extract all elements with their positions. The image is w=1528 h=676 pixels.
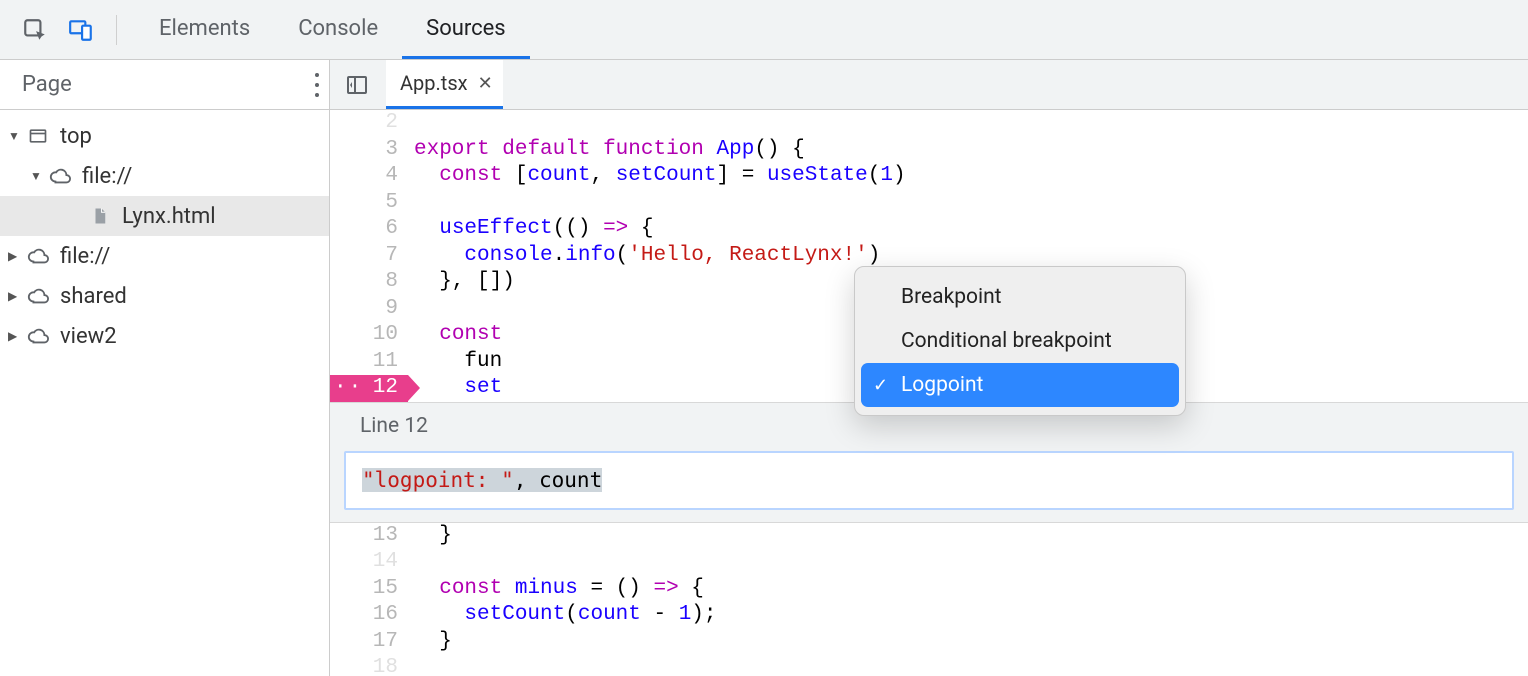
- tree-item-shared[interactable]: ▶ shared: [0, 276, 329, 316]
- logpoint-input[interactable]: "logpoint: ", count: [344, 451, 1514, 510]
- line-number[interactable]: 3: [330, 137, 408, 164]
- menu-item-label: Logpoint: [901, 373, 983, 397]
- line-content[interactable]: const minus = () => {: [408, 576, 704, 603]
- code-line[interactable]: 2: [330, 110, 1528, 137]
- cloud-icon: [48, 164, 72, 188]
- cloud-icon: [26, 284, 50, 308]
- tree-item-label: shared: [60, 284, 127, 309]
- menu-item-breakpoint[interactable]: Breakpoint: [861, 275, 1179, 319]
- line-number[interactable]: 7: [330, 243, 408, 270]
- line-number[interactable]: 9: [330, 296, 408, 323]
- window-icon: [26, 124, 50, 148]
- line-number[interactable]: 16: [330, 602, 408, 629]
- tree-item-label: Lynx.html: [122, 204, 216, 229]
- cloud-icon: [26, 244, 50, 268]
- line-number[interactable]: 8: [330, 269, 408, 296]
- line-number[interactable]: 13: [330, 523, 408, 550]
- line-content[interactable]: console.info('Hello, ReactLynx!'): [408, 243, 880, 270]
- tree-item-file[interactable]: ▼ file://: [0, 156, 329, 196]
- tab-console[interactable]: Console: [274, 0, 402, 59]
- line-content[interactable]: [408, 296, 414, 323]
- code-line[interactable]: 3export default function App() {: [330, 137, 1528, 164]
- line-number[interactable]: 5: [330, 190, 408, 217]
- editor-tab-app[interactable]: App.tsx ✕: [386, 60, 503, 109]
- sources-sidebar: Page ▼ top ▼ file:// Lynx.html ▶ file:// ▶ share…: [0, 60, 330, 676]
- tree-item-lynxhtml[interactable]: Lynx.html: [0, 196, 329, 236]
- menu-item-label: Breakpoint: [901, 285, 1002, 309]
- code-line[interactable]: 16 setCount(count - 1);: [330, 602, 1528, 629]
- inspect-element-icon[interactable]: [18, 13, 52, 47]
- device-toggle-icon[interactable]: [64, 13, 98, 47]
- main-split: Page ▼ top ▼ file:// Lynx.html ▶ file:// ▶ share…: [0, 60, 1528, 676]
- line-content[interactable]: const [count, setCount] = useState(1): [408, 163, 906, 190]
- close-tab-icon[interactable]: ✕: [478, 73, 493, 94]
- line-content[interactable]: }: [408, 523, 452, 550]
- menu-item-label: Conditional breakpoint: [901, 329, 1112, 353]
- code-line[interactable]: 4 const [count, setCount] = useState(1): [330, 163, 1528, 190]
- code-line[interactable]: 15 const minus = () => {: [330, 576, 1528, 603]
- line-content[interactable]: useEffect(() => {: [408, 216, 654, 243]
- tab-elements[interactable]: Elements: [135, 0, 274, 59]
- line-content[interactable]: export default function App() {: [408, 137, 805, 164]
- line-number[interactable]: 4: [330, 163, 408, 190]
- cloud-icon: [26, 324, 50, 348]
- line-content[interactable]: set: [408, 375, 502, 402]
- check-icon: ✓: [873, 375, 888, 396]
- tree-arrow-icon[interactable]: ▶: [8, 249, 22, 263]
- line-number[interactable]: 10: [330, 322, 408, 349]
- code-line[interactable]: 14: [330, 549, 1528, 576]
- code-line[interactable]: 17 }: [330, 629, 1528, 656]
- line-content[interactable]: [408, 110, 414, 137]
- line-content[interactable]: fun: [408, 349, 502, 376]
- line-number[interactable]: 14: [330, 549, 408, 576]
- line-number[interactable]: 6: [330, 216, 408, 243]
- tree-arrow-icon[interactable]: ▶: [8, 289, 22, 303]
- code-line[interactable]: 13 }: [330, 523, 1528, 550]
- line-number[interactable]: 15: [330, 576, 408, 603]
- file-tree: ▼ top ▼ file:// Lynx.html ▶ file:// ▶ shared ▶ vie…: [0, 110, 329, 356]
- navigator-toggle-icon[interactable]: [340, 68, 374, 102]
- line-content[interactable]: [408, 549, 414, 576]
- tree-item-label: file://: [60, 244, 110, 269]
- tree-item-label: view2: [60, 324, 117, 349]
- line-number[interactable]: 2: [330, 110, 408, 137]
- line-number[interactable]: 18: [330, 655, 408, 676]
- sidebar-header: Page: [0, 60, 329, 110]
- line-number[interactable]: 12: [330, 375, 408, 402]
- line-content[interactable]: }, []): [408, 269, 515, 296]
- tree-item-top[interactable]: ▼ top: [0, 116, 329, 156]
- code-line[interactable]: 5: [330, 190, 1528, 217]
- code-line[interactable]: 18: [330, 655, 1528, 676]
- editor-tab-label: App.tsx: [400, 71, 468, 95]
- line-content[interactable]: }: [408, 629, 452, 656]
- line-number[interactable]: 17: [330, 629, 408, 656]
- tree-item-file[interactable]: ▶ file://: [0, 236, 329, 276]
- tree-item-view2[interactable]: ▶ view2: [0, 316, 329, 356]
- code-line[interactable]: 6 useEffect(() => {: [330, 216, 1528, 243]
- line-number[interactable]: 11: [330, 349, 408, 376]
- line-content[interactable]: [408, 190, 414, 217]
- menu-item-conditional-breakpoint[interactable]: Conditional breakpoint: [861, 319, 1179, 363]
- tree-arrow-icon[interactable]: ▶: [8, 329, 22, 343]
- sidebar-title: Page: [22, 72, 72, 97]
- tree-item-label: top: [60, 124, 92, 149]
- line-content[interactable]: const: [408, 322, 502, 349]
- editor-tabstrip: App.tsx ✕: [330, 60, 1528, 110]
- logpoint-editor: Line 12"logpoint: ", count: [330, 402, 1528, 523]
- devtools-toolbar: Elements Console Sources: [0, 0, 1528, 60]
- tree-arrow-icon[interactable]: ▼: [8, 129, 22, 143]
- file-icon: [88, 204, 112, 228]
- menu-item-logpoint[interactable]: ✓ Logpoint: [861, 363, 1179, 407]
- panel-tabs: Elements Console Sources: [135, 0, 530, 59]
- toolbar-divider: [116, 15, 117, 45]
- editor-pane: App.tsx ✕ 23export default function App(…: [330, 60, 1528, 676]
- tree-item-label: file://: [82, 164, 132, 189]
- line-content[interactable]: [408, 655, 414, 676]
- sidebar-more-icon[interactable]: [315, 70, 319, 100]
- tab-sources[interactable]: Sources: [402, 0, 530, 59]
- line-content[interactable]: setCount(count - 1);: [408, 602, 717, 629]
- breakpoint-type-menu: Breakpoint Conditional breakpoint ✓ Logpoin…: [854, 266, 1186, 416]
- tree-arrow-icon[interactable]: ▼: [30, 169, 44, 183]
